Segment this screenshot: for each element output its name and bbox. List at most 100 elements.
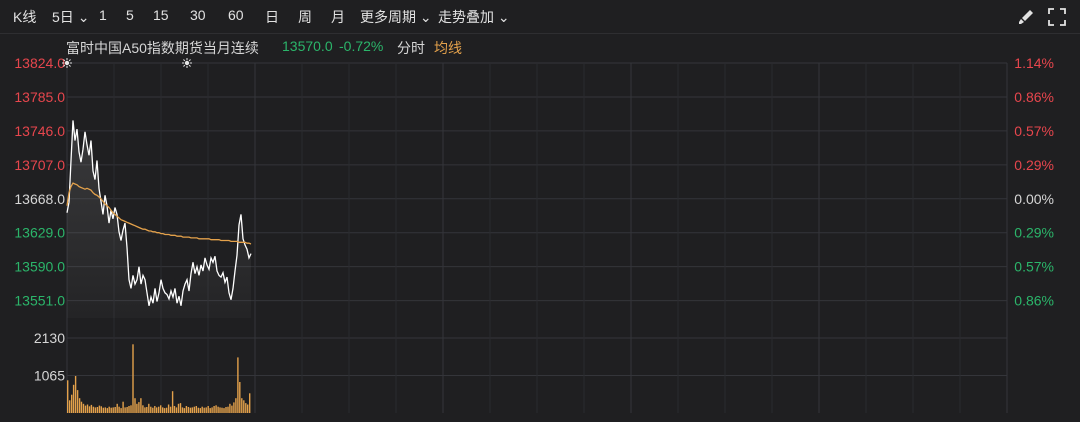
volume-bar: [116, 403, 118, 413]
volume-bar: [67, 380, 69, 413]
price-area: [67, 120, 251, 319]
volume-bar: [203, 407, 205, 413]
volume-bar: [197, 407, 199, 413]
volume-bar: [225, 407, 227, 413]
volume-bar: [124, 407, 126, 413]
price-change: -0.72%: [339, 38, 384, 54]
volume-bar: [243, 400, 245, 413]
tab-30min[interactable]: 30: [190, 7, 206, 23]
tab-5min[interactable]: 5: [126, 7, 134, 23]
volume-bar: [173, 406, 176, 413]
volume-bar: [201, 406, 203, 413]
volume-bar: [106, 408, 108, 413]
price-tick-label: 13551.0: [14, 293, 65, 309]
volume-bar: [110, 407, 112, 413]
volume-bar: [96, 407, 99, 413]
volume-bar: [104, 407, 106, 413]
last-price: 13570.0: [282, 38, 333, 54]
volume-bar: [84, 405, 87, 413]
volume-bar: [140, 398, 142, 413]
volume-bar: [167, 404, 170, 413]
volume-bar: [205, 407, 207, 413]
tab-60min[interactable]: 60: [228, 7, 244, 23]
percent-tick-label: 0.86%: [1014, 89, 1054, 105]
volume-bar: [245, 403, 247, 413]
tab-kline[interactable]: K线: [13, 7, 36, 27]
price-tick-label: 13668.0: [14, 191, 65, 207]
volume-bar: [152, 407, 154, 413]
volume-bar: [114, 407, 116, 413]
volume-bar: [247, 404, 249, 413]
tab-day[interactable]: 日: [265, 7, 279, 27]
volume-bar: [183, 408, 186, 413]
volume-bar: [162, 407, 164, 413]
volume-bar: [199, 408, 201, 413]
volume-bar: [154, 406, 156, 413]
volume-bar: [163, 408, 166, 413]
volume-bar: [239, 382, 241, 413]
fullscreen-icon[interactable]: [1046, 6, 1068, 28]
volume-bar: [112, 407, 114, 413]
volume-bar: [233, 402, 235, 413]
ma-label: 均线: [434, 40, 462, 56]
tab-5day[interactable]: 5日 ⌄: [52, 7, 89, 27]
volume-bar: [120, 408, 122, 413]
volume-bar: [221, 407, 223, 413]
volume-bar: [193, 406, 195, 413]
volume-bar: [185, 406, 188, 413]
volume-bar: [227, 406, 229, 413]
volume-bar: [215, 405, 217, 413]
volume-bar: [158, 406, 160, 413]
tab-15min[interactable]: 15: [153, 7, 169, 23]
volume-bar: [130, 405, 132, 413]
chevron-down-icon: ⌄: [77, 9, 90, 25]
volume-bar: [122, 401, 124, 413]
percent-tick-label: 0.29%: [1014, 225, 1054, 241]
volume-bar: [189, 407, 192, 413]
volume-bar: [160, 405, 162, 413]
volume-bar: [209, 408, 211, 413]
volume-bar: [98, 405, 101, 413]
volume-bar: [78, 398, 81, 413]
chart-grid: [66, 62, 1008, 413]
volume-bar: [138, 402, 140, 413]
volume-bar: [211, 407, 213, 413]
intraday-chart: 13824.0 1.14%13785.0 0.86%13746.0 0.57%1370…: [14, 55, 1054, 413]
volume-bar: [69, 400, 71, 413]
volume-bar: [177, 403, 180, 413]
price-area-fill: [67, 120, 251, 319]
volume-bar: [82, 403, 85, 413]
volume-bar: [179, 403, 182, 413]
volume-bars: [67, 344, 251, 413]
volume-bar: [249, 393, 251, 413]
volume-bar: [108, 406, 110, 413]
marker-ray: [188, 64, 191, 67]
marker-ray: [183, 64, 186, 67]
info-bar: 富时中国A50指数期货当月连续 13570.0 -0.72% 分时 均线: [0, 34, 1080, 60]
volume-bar: [237, 357, 239, 413]
percent-tick-label: 0.29%: [1014, 157, 1054, 173]
volume-bar: [132, 344, 134, 413]
volume-bar: [241, 398, 243, 413]
volume-bar: [171, 391, 174, 413]
overlay-dropdown[interactable]: 走势叠加 ⌄: [438, 7, 510, 27]
volume-bar: [165, 407, 168, 413]
brush-icon[interactable]: [1015, 6, 1037, 28]
volume-bar: [231, 405, 233, 413]
volume-bar: [181, 407, 184, 413]
volume-bar: [235, 398, 237, 413]
volume-bar: [142, 405, 144, 413]
more-periods-dropdown[interactable]: 更多周期 ⌄: [360, 7, 432, 27]
price-tick-label: 13785.0: [14, 89, 65, 105]
volume-bar: [134, 398, 136, 413]
tab-month[interactable]: 月: [331, 7, 345, 27]
volume-bar: [118, 406, 120, 413]
volume-bar: [191, 407, 193, 413]
volume-bar: [144, 407, 146, 413]
volume-bar: [74, 376, 77, 413]
volume-bar: [148, 403, 150, 413]
volume-bar: [229, 403, 231, 413]
tab-week[interactable]: 周: [298, 7, 312, 27]
tab-1min[interactable]: 1: [99, 7, 107, 23]
marker-dot: [64, 60, 70, 66]
